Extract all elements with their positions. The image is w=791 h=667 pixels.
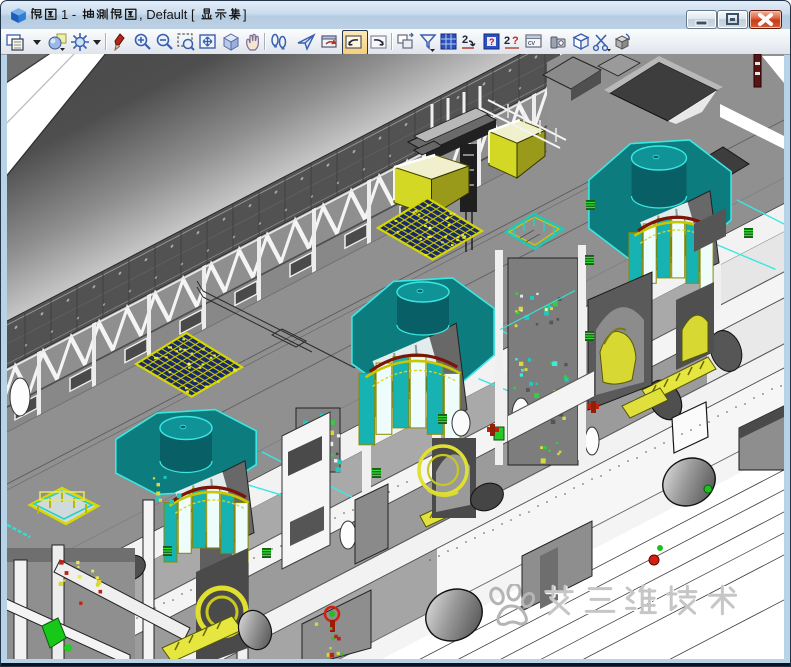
svg-text:?: ? (512, 35, 519, 47)
svg-text:cv: cv (528, 40, 536, 47)
svg-text:2: 2 (504, 35, 510, 47)
svg-text:1 -: 1 - (61, 7, 76, 22)
svg-text:]: ] (243, 7, 247, 22)
svg-text:?: ? (489, 37, 495, 47)
svg-text:, Default [: , Default [ (139, 7, 195, 22)
svg-text:2: 2 (462, 34, 468, 46)
